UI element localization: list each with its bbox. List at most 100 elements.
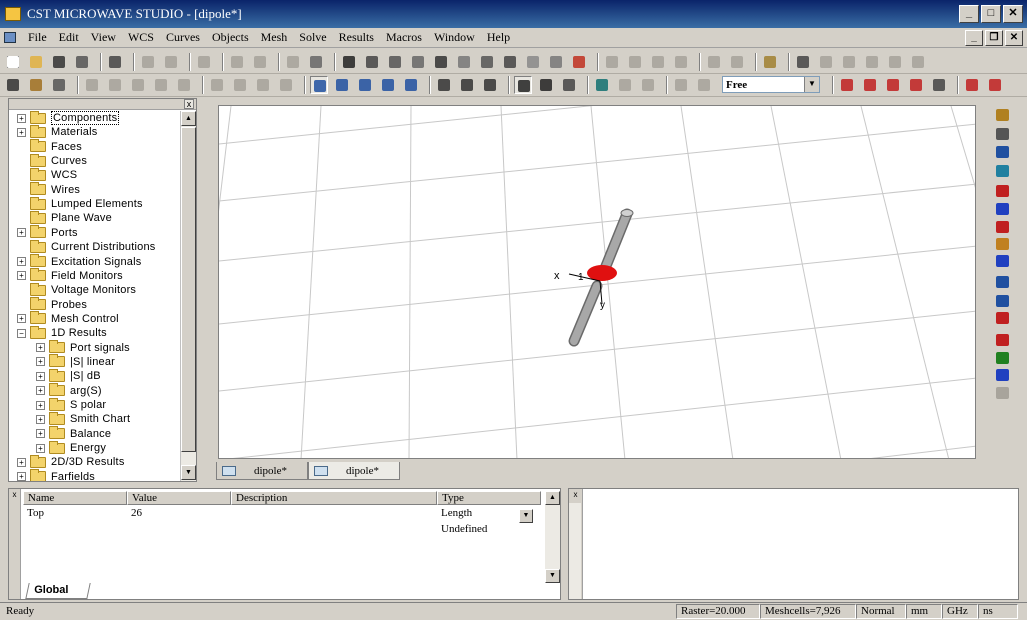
background-icon[interactable] <box>817 53 835 71</box>
mesh-view-icon[interactable] <box>994 275 1012 289</box>
select-all-icon[interactable] <box>695 76 713 94</box>
chevron-down-icon[interactable]: ▼ <box>804 77 819 92</box>
minimize-button[interactable]: _ <box>959 5 979 23</box>
expand-icon[interactable]: + <box>36 386 45 396</box>
expand-icon[interactable]: + <box>36 357 45 367</box>
pan-view-icon[interactable] <box>356 76 374 94</box>
shape-transform-icon[interactable] <box>705 53 723 71</box>
draw-polyline-icon[interactable] <box>861 76 879 94</box>
expand-icon[interactable]: + <box>36 343 45 353</box>
boolean-add-icon[interactable] <box>603 53 621 71</box>
move-wcs-icon[interactable] <box>231 76 249 94</box>
boundary-icon[interactable] <box>840 53 858 71</box>
zoom-icon[interactable] <box>435 76 453 94</box>
waveguide-port-icon[interactable] <box>994 184 1012 198</box>
lumped-element-icon[interactable] <box>994 220 1012 234</box>
solver-start-icon[interactable] <box>909 53 927 71</box>
parameter-value-cell[interactable]: 26 <box>127 505 231 521</box>
parameter-close-button[interactable]: x <box>10 491 19 500</box>
pick-midpoint-icon[interactable] <box>106 76 124 94</box>
frequency-solver-icon[interactable] <box>994 351 1012 365</box>
print-icon[interactable] <box>106 53 124 71</box>
copy-icon[interactable] <box>139 53 157 71</box>
loft-icon[interactable] <box>524 53 542 71</box>
expand-icon[interactable]: + <box>17 271 26 281</box>
tree-item[interactable]: + Components <box>17 111 120 125</box>
scroll-up-icon[interactable]: ▲ <box>181 111 196 126</box>
collapse-icon[interactable]: − <box>17 328 26 338</box>
scroll-up-icon[interactable]: ▲ <box>545 491 560 505</box>
tree-item[interactable]: Voltage Monitors <box>17 282 136 297</box>
expand-icon[interactable]: + <box>36 414 45 424</box>
menu-edit[interactable]: Edit <box>53 30 85 45</box>
tree-item[interactable]: + arg(S) <box>36 383 102 398</box>
tree-item[interactable]: Lumped Elements <box>17 196 143 211</box>
align-wcs-icon[interactable] <box>208 76 226 94</box>
cutting-plane-icon[interactable] <box>593 76 611 94</box>
menu-view[interactable]: View <box>85 30 122 45</box>
draw-ellipse-icon[interactable] <box>907 76 925 94</box>
parameter-name-cell[interactable] <box>23 521 127 537</box>
draw-arc-icon[interactable] <box>930 76 948 94</box>
select-shape-icon[interactable] <box>672 76 690 94</box>
parameter-scrollbar[interactable]: ▲ ▼ <box>545 491 560 583</box>
save-icon[interactable] <box>50 53 68 71</box>
rotate-view-icon[interactable] <box>310 75 328 94</box>
tree-scrollbar[interactable]: ▲ ▼ <box>180 111 196 481</box>
scroll-down-icon[interactable]: ▼ <box>181 465 196 480</box>
spin-view-icon[interactable] <box>333 76 351 94</box>
history-list-icon[interactable] <box>307 53 325 71</box>
message-close-button[interactable]: x <box>571 491 580 500</box>
expand-icon[interactable]: + <box>17 127 26 137</box>
expand-icon[interactable]: + <box>36 371 45 381</box>
tree-item[interactable]: + Port signals <box>36 340 130 355</box>
expand-icon[interactable]: + <box>17 472 26 481</box>
menu-wcs[interactable]: WCS <box>122 30 160 45</box>
tree-item[interactable]: +2D/3D Results <box>17 454 125 469</box>
pick-circle-center-icon[interactable] <box>129 76 147 94</box>
expand-icon[interactable]: + <box>17 314 26 324</box>
menu-results[interactable]: Results <box>333 30 380 45</box>
bounding-box-icon[interactable] <box>560 76 578 94</box>
tree-item[interactable]: + |S| dB <box>36 368 101 383</box>
boolean-intersect-icon[interactable] <box>649 53 667 71</box>
expand-icon[interactable]: + <box>17 257 26 266</box>
column-header-type[interactable]: Type <box>437 491 541 505</box>
tree-item[interactable]: Curves <box>17 153 87 168</box>
discrete-port-icon[interactable] <box>994 202 1012 216</box>
parameter-type-cell[interactable]: Undefined <box>437 521 541 537</box>
tree-item[interactable]: + Smith Chart <box>36 411 130 426</box>
paste-icon[interactable] <box>195 53 213 71</box>
tree-close-button[interactable]: x <box>184 99 194 109</box>
parameter-description-cell[interactable] <box>231 521 437 537</box>
brick-icon[interactable] <box>340 53 358 71</box>
cone-icon[interactable] <box>432 53 450 71</box>
boolean-subtract-icon[interactable] <box>626 53 644 71</box>
show-axes-icon[interactable] <box>514 75 532 94</box>
tab-dipole-1[interactable]: dipole* <box>216 462 308 480</box>
document-icon[interactable] <box>4 32 16 43</box>
signal-curve-icon[interactable] <box>994 145 1012 159</box>
elliptical-cylinder-icon[interactable] <box>409 53 427 71</box>
doc-minimize-button[interactable]: _ <box>965 30 983 46</box>
tab-dipole-2[interactable]: dipole* <box>308 462 400 480</box>
symmetry-icon[interactable] <box>863 53 881 71</box>
new-file-icon[interactable] <box>4 53 22 71</box>
scroll-down-icon[interactable]: ▼ <box>545 569 560 583</box>
tree-item[interactable]: − 1D Results <box>17 325 107 340</box>
draw-circle-icon[interactable] <box>884 76 902 94</box>
result-plot-icon[interactable] <box>994 127 1012 141</box>
pick-edge-icon[interactable] <box>27 76 45 94</box>
tree-item[interactable]: WCS <box>17 167 77 182</box>
tree-item[interactable]: Faces <box>17 139 82 154</box>
column-header-value[interactable]: Value <box>127 491 231 505</box>
tree-scroll-thumb[interactable] <box>181 127 196 452</box>
tree-item[interactable]: Wires <box>17 182 80 197</box>
perspective-icon[interactable] <box>481 76 499 94</box>
pick-point-icon[interactable] <box>4 76 22 94</box>
mesh-properties-icon[interactable] <box>994 294 1012 308</box>
material-icon[interactable] <box>994 108 1012 122</box>
torus-icon[interactable] <box>455 53 473 71</box>
tree-item[interactable]: + Excitation Signals <box>17 254 141 269</box>
column-header-description[interactable]: Description <box>231 491 437 505</box>
